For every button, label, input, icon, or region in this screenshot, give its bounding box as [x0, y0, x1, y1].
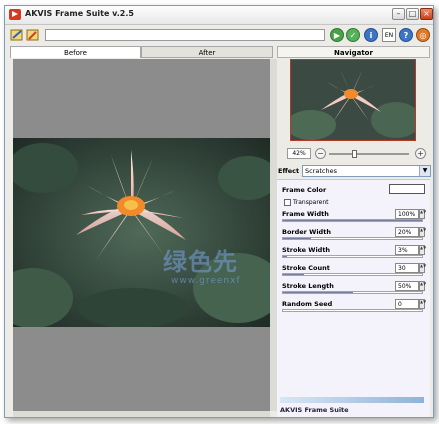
title-bar: AKVIS Frame Suite v.2.5 – □ × — [5, 6, 433, 25]
param-value-field[interactable]: 3% — [395, 245, 419, 255]
spinner-icon[interactable]: ▲▼ — [419, 209, 426, 219]
lotus-photo — [13, 138, 270, 327]
zoom-row: 42% − + — [277, 147, 430, 161]
param-label: Stroke Count — [282, 264, 330, 272]
path-field[interactable] — [45, 29, 325, 41]
akvis-logo-icon — [9, 9, 21, 20]
help-icon[interactable]: ? — [399, 28, 413, 42]
tab-after[interactable]: After — [141, 46, 273, 58]
param-slider-fill — [283, 274, 304, 275]
param-label: Frame Width — [282, 210, 329, 218]
window-title: AKVIS Frame Suite v.2.5 — [25, 9, 134, 18]
watermark-text: 绿色先 — [163, 248, 238, 276]
frame-color-swatch[interactable] — [389, 184, 425, 194]
image-canvas[interactable]: 绿色先 www.greenxf — [13, 59, 270, 411]
param-value-field[interactable]: 30 — [395, 263, 419, 273]
footer-panel: AKVIS Frame Suite — [277, 395, 430, 417]
effect-row: Effect Scratches ▼ — [277, 164, 431, 178]
param-value-field[interactable]: 50% — [395, 281, 419, 291]
zoom-out-icon[interactable]: − — [315, 148, 326, 159]
zoom-slider-thumb[interactable] — [352, 150, 357, 158]
zoom-in-icon[interactable]: + — [415, 148, 426, 159]
frame-color-label: Frame Color — [282, 186, 327, 194]
view-tabs: Before After — [10, 46, 273, 58]
apply-icon[interactable]: ✓ — [346, 28, 360, 42]
app-window: AKVIS Frame Suite v.2.5 – □ × ▶ ✓ i EN ?… — [4, 5, 434, 418]
effect-label: Effect — [278, 167, 300, 175]
spinner-icon[interactable]: ▲▼ — [419, 227, 426, 237]
param-value-field[interactable]: 20% — [395, 227, 419, 237]
zoom-slider-track[interactable] — [329, 153, 409, 155]
footer-label: AKVIS Frame Suite — [280, 406, 349, 414]
param-label: Border Width — [282, 228, 331, 236]
transparent-checkbox[interactable] — [284, 199, 291, 206]
horizontal-scrollbar[interactable] — [13, 411, 270, 417]
run-icon[interactable]: ▶ — [330, 28, 344, 42]
param-slider[interactable] — [282, 237, 423, 240]
spinner-icon[interactable]: ▲▼ — [419, 245, 426, 255]
navigator-header: Navigator — [277, 46, 430, 58]
param-value-field[interactable]: 100% — [395, 209, 419, 219]
param-slider[interactable] — [282, 219, 423, 222]
navigator-preview[interactable] — [290, 59, 416, 141]
param-slider[interactable] — [282, 309, 423, 312]
open-image-icon[interactable] — [10, 28, 24, 42]
save-image-icon[interactable] — [26, 28, 40, 42]
progress-bar — [280, 397, 424, 403]
language-button[interactable]: EN — [382, 28, 396, 42]
param-value-field[interactable]: 0 — [395, 299, 419, 309]
param-label: Random Seed — [282, 300, 333, 308]
param-slider[interactable] — [282, 291, 423, 294]
settings-icon[interactable]: ◎ — [416, 28, 430, 42]
vertical-scrollbar[interactable] — [270, 59, 277, 411]
toolbar: ▶ ✓ i EN ? ◎ — [5, 25, 433, 45]
param-slider-fill — [283, 220, 422, 221]
tab-before[interactable]: Before — [10, 46, 141, 58]
spinner-icon[interactable]: ▲▼ — [419, 263, 426, 273]
param-slider[interactable] — [282, 255, 423, 258]
spinner-icon[interactable]: ▲▼ — [419, 281, 426, 291]
zoom-value[interactable]: 42% — [287, 148, 311, 159]
param-slider-fill — [283, 256, 288, 257]
minimize-button[interactable]: – — [392, 8, 405, 20]
maximize-button[interactable]: □ — [406, 8, 419, 20]
param-label: Stroke Width — [282, 246, 331, 254]
param-slider[interactable] — [282, 273, 423, 276]
spinner-icon[interactable]: ▲▼ — [419, 299, 426, 309]
transparent-label: Transparent — [293, 199, 329, 206]
chevron-down-icon[interactable]: ▼ — [419, 166, 430, 176]
parameters-panel: Frame Color Transparent Frame Width 100% ▲… — [277, 179, 430, 395]
param-slider-fill — [283, 292, 353, 293]
param-slider-fill — [283, 238, 311, 239]
watermark-url: www.greenxf — [171, 276, 241, 286]
effect-selected-value: Scratches — [305, 167, 337, 175]
effect-select[interactable]: Scratches ▼ — [302, 165, 431, 177]
info-icon[interactable]: i — [364, 28, 378, 42]
param-label: Stroke Length — [282, 282, 334, 290]
close-button[interactable]: × — [420, 8, 433, 20]
